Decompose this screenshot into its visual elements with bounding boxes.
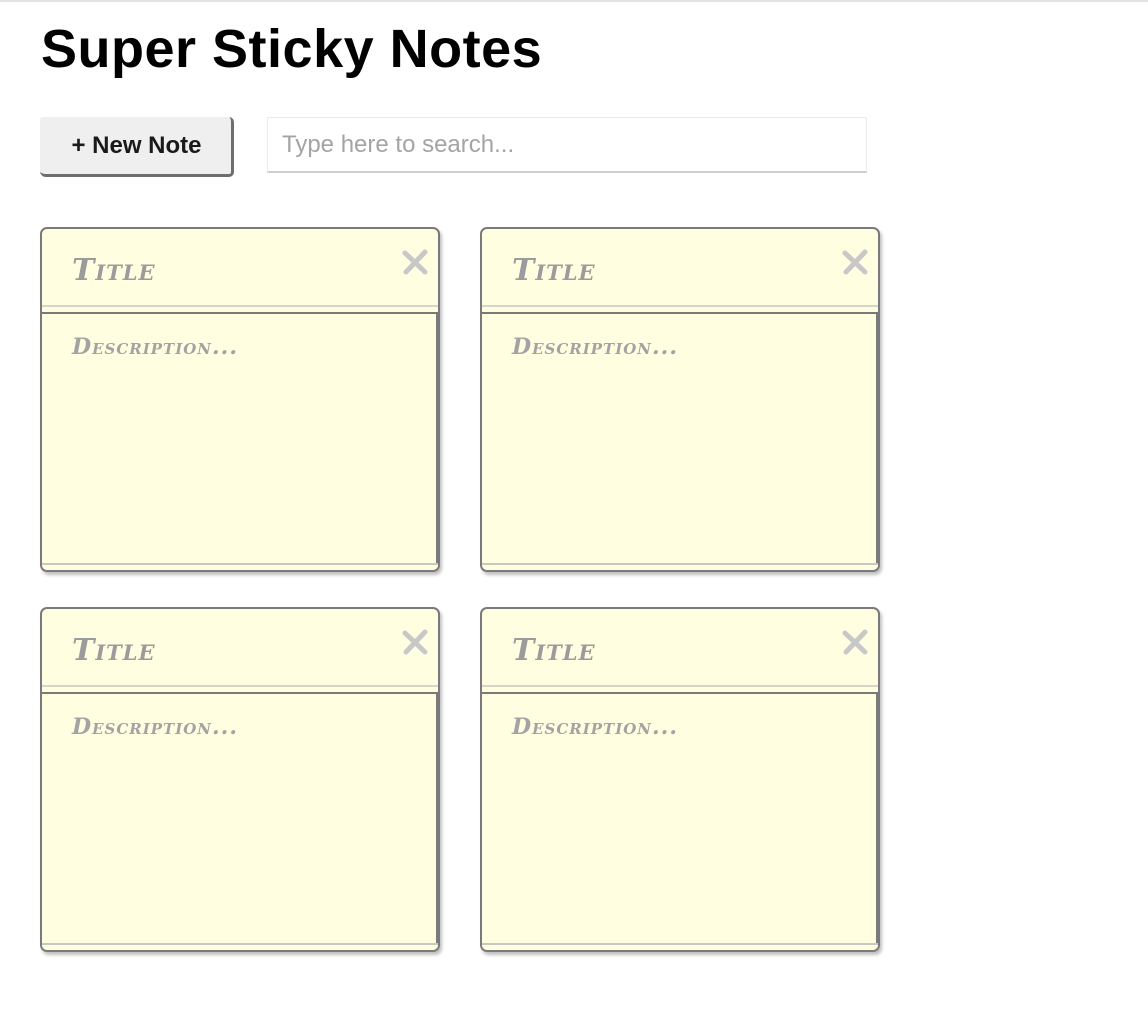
notes-grid: Title Description... Title Description..… <box>40 227 880 952</box>
note-card: Title Description... <box>480 227 880 572</box>
note-footer <box>42 943 438 950</box>
note-body: Description... <box>482 692 878 943</box>
note-card: Title Description... <box>40 227 440 572</box>
note-header: Title <box>42 229 438 307</box>
note-body: Description... <box>42 312 438 563</box>
note-title-input[interactable]: Title <box>512 633 596 668</box>
note-description-input[interactable]: Description... <box>72 334 238 360</box>
note-header: Title <box>482 229 878 307</box>
close-icon[interactable] <box>400 247 430 277</box>
note-body: Description... <box>42 692 438 943</box>
note-header: Title <box>42 609 438 687</box>
note-description-input[interactable]: Description... <box>512 714 678 740</box>
app-page: Super Sticky Notes + New Note Title Desc… <box>0 0 1148 1015</box>
close-icon[interactable] <box>400 627 430 657</box>
note-description-input[interactable]: Description... <box>512 334 678 360</box>
note-footer <box>482 943 878 950</box>
note-footer <box>42 563 438 570</box>
note-description-input[interactable]: Description... <box>72 714 238 740</box>
close-icon[interactable] <box>840 247 870 277</box>
note-header: Title <box>482 609 878 687</box>
note-footer <box>482 563 878 570</box>
note-card: Title Description... <box>480 607 880 952</box>
note-title-input[interactable]: Title <box>72 253 156 288</box>
new-note-button[interactable]: + New Note <box>40 117 234 177</box>
page-title: Super Sticky Notes <box>41 19 543 79</box>
top-divider <box>0 0 1148 2</box>
close-icon[interactable] <box>840 627 870 657</box>
note-title-input[interactable]: Title <box>72 633 156 668</box>
note-card: Title Description... <box>40 607 440 952</box>
search-input[interactable] <box>267 117 867 173</box>
note-title-input[interactable]: Title <box>512 253 596 288</box>
note-body: Description... <box>482 312 878 563</box>
